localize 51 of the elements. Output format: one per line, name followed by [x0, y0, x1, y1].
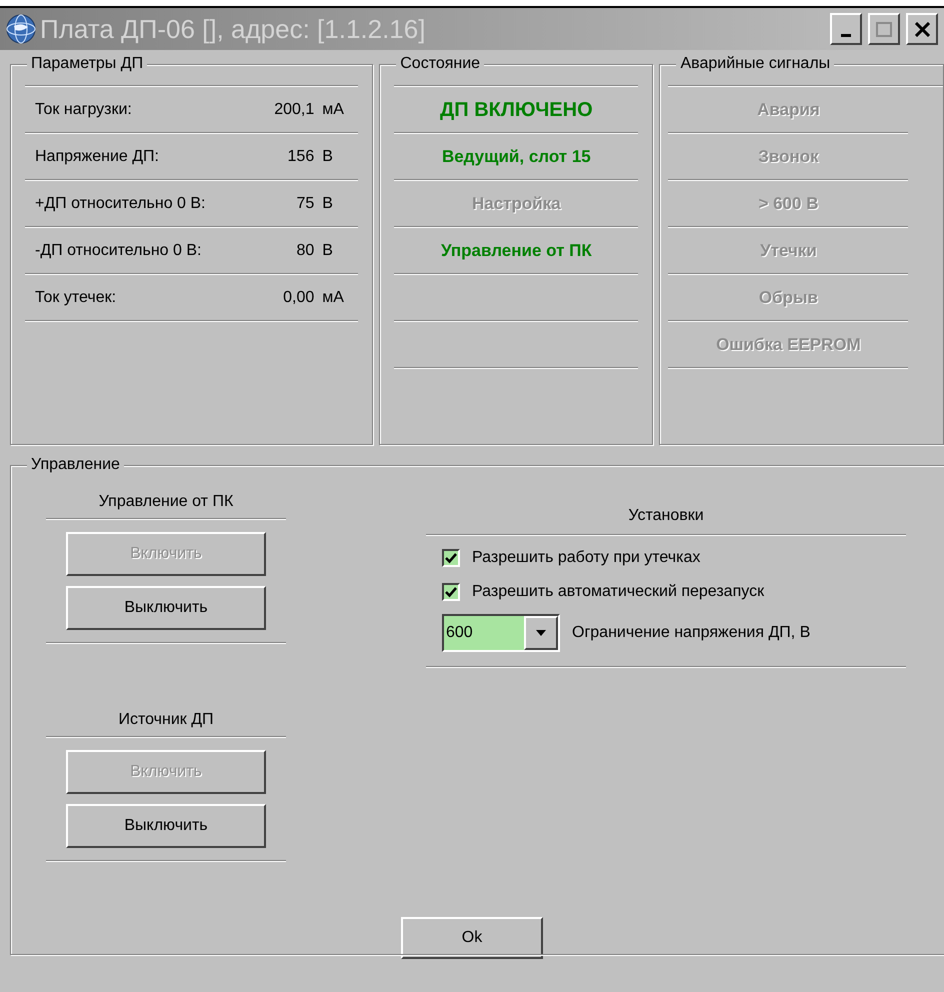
- window-title: Плата ДП-06 [], адрес: [1.1.2.16]: [40, 12, 426, 46]
- toggle-button[interactable]: Выключить: [66, 586, 266, 630]
- toggle-button[interactable]: Выключить: [66, 804, 266, 848]
- dropdown-arrow-icon: [536, 630, 546, 636]
- parameter-value: 0,00: [282, 288, 314, 308]
- status-label: > 600 В: [758, 192, 818, 215]
- checkmark-icon: [445, 586, 457, 598]
- status-label: Настройка: [472, 192, 561, 215]
- checkbox[interactable]: [442, 583, 460, 601]
- status-label: ДП ВКЛЮЧЕНО: [440, 98, 593, 122]
- section-title: Установки: [628, 506, 704, 526]
- status-label: Авария: [757, 98, 820, 121]
- status-label: Ведущий, слот 15: [442, 146, 591, 168]
- minimize-icon: [841, 34, 851, 36]
- checkbox[interactable]: [442, 549, 460, 567]
- parameter-label: Ток утечек:: [35, 288, 118, 308]
- close-icon: [914, 22, 930, 36]
- globe-icon: [6, 14, 36, 44]
- parameter-unit: В: [321, 194, 334, 214]
- parameter-value: 80: [295, 240, 314, 260]
- close-button[interactable]: [906, 13, 938, 45]
- parameter-unit: мА: [321, 288, 345, 308]
- status-label: Утечки: [760, 240, 817, 262]
- parameter-unit: В: [321, 146, 334, 166]
- group-title: Управление: [27, 455, 124, 475]
- group-title: Параметры ДП: [27, 54, 148, 74]
- checkmark-icon: [445, 552, 457, 564]
- checkbox-label: Разрешить работу при утечках: [472, 548, 700, 568]
- status-label: Обрыв: [758, 286, 818, 309]
- status-label: Ошибка EEPROM: [716, 334, 861, 356]
- group-title: Аварийные сигналы: [676, 54, 834, 74]
- parameter-label: Ток нагрузки:: [35, 100, 133, 120]
- parameter-value: 75: [295, 194, 314, 214]
- section-title: Источник ДП: [118, 710, 214, 730]
- parameter-value: 156: [286, 146, 314, 166]
- ok-button[interactable]: Ok: [401, 917, 543, 959]
- parameter-value: 200,1: [273, 100, 314, 120]
- parameter-unit: мА: [321, 100, 345, 120]
- dropdown-label: Ограничение напряжения ДП, В: [572, 623, 810, 643]
- parameter-unit: В: [321, 240, 334, 260]
- minimize-button[interactable]: [830, 13, 862, 45]
- section-title: Управление от ПК: [98, 492, 234, 512]
- parameter-label: +ДП относительно 0 В:: [35, 194, 206, 214]
- status-label: Звонок: [758, 146, 819, 168]
- maximize-button[interactable]: [868, 13, 900, 45]
- parameter-label: Напряжение ДП:: [35, 146, 160, 166]
- checkbox-label: Разрешить автоматический перезапуск: [472, 582, 764, 602]
- parameter-label: -ДП относительно 0 В:: [35, 240, 202, 260]
- voltage-dropdown[interactable]: 600: [442, 614, 560, 652]
- maximize-icon: [876, 22, 892, 36]
- status-label: Управление от ПК: [440, 240, 592, 262]
